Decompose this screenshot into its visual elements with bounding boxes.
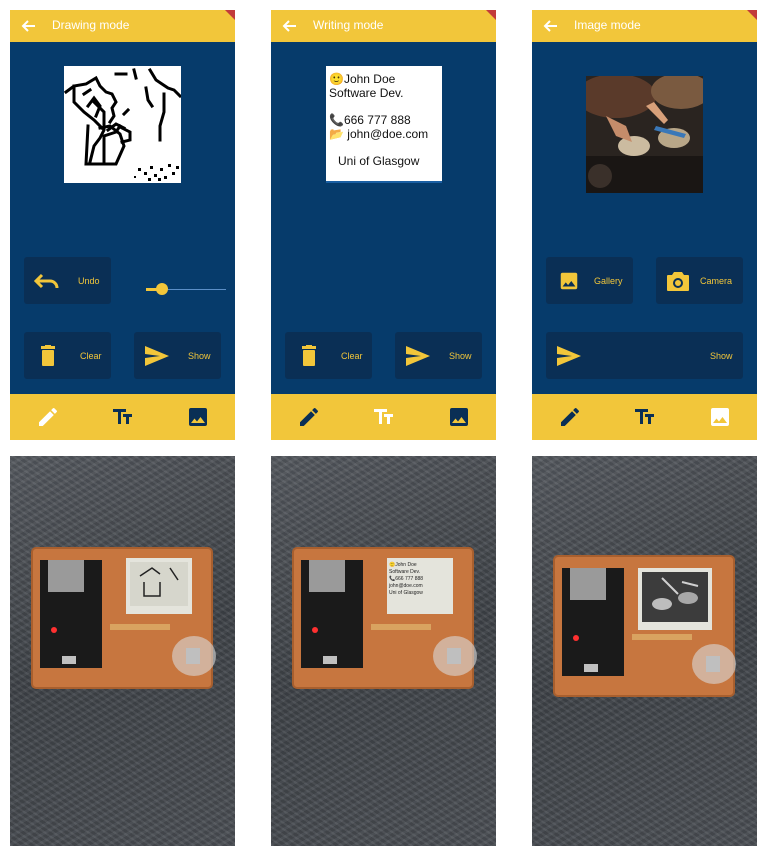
send-icon: [557, 345, 581, 366]
app-bar: Image mode: [532, 10, 757, 42]
clear-label: Clear: [341, 350, 363, 361]
show-button[interactable]: Show: [134, 332, 221, 379]
camera-button[interactable]: Camera: [656, 257, 743, 304]
bottom-nav: [532, 394, 757, 440]
app-bar: Writing mode: [271, 10, 496, 42]
bottom-nav: [10, 394, 235, 440]
debug-banner: [225, 10, 235, 20]
gallery-label: Gallery: [594, 275, 623, 286]
clear-button[interactable]: Clear: [285, 332, 372, 379]
drawing-mode-screen: Drawing mode Undo Clear Show: [10, 10, 235, 440]
display-line: Uni of Glasgow: [389, 590, 423, 596]
pcb-board: [553, 555, 736, 697]
device-photo-image: [532, 456, 757, 846]
camera-label: Camera: [700, 275, 733, 286]
card-line-name: 🙂John Doe: [329, 72, 396, 86]
slider-thumb[interactable]: [156, 283, 168, 295]
undo-label: Undo: [78, 275, 100, 286]
pencil-icon: [39, 407, 58, 426]
screen-title: Image mode: [574, 18, 641, 32]
trash-icon: [302, 344, 316, 366]
selected-image-preview: [586, 76, 703, 193]
card-line-org: Uni of Glasgow: [338, 154, 420, 168]
show-label: Show: [449, 350, 472, 361]
pcb-board: [292, 547, 477, 689]
text-format-icon: [113, 409, 132, 424]
undo-icon: [34, 273, 59, 288]
arrow-left-icon[interactable]: [281, 19, 297, 33]
card-line-role: Software Dev.: [329, 86, 404, 100]
undo-button[interactable]: Undo: [24, 257, 111, 304]
app-bar: Drawing mode: [10, 10, 235, 42]
bottom-nav: [271, 394, 496, 440]
arrow-left-icon[interactable]: [542, 19, 558, 33]
text-input-card[interactable]: 🙂John Doe Software Dev. 📞666 777 888 📂 j…: [326, 66, 442, 183]
drawing-canvas[interactable]: [63, 66, 183, 183]
image-icon: [560, 272, 578, 289]
send-icon: [145, 345, 169, 366]
image-icon: [711, 408, 729, 426]
text-format-icon: [374, 409, 393, 424]
nav-image[interactable]: [160, 394, 235, 440]
display-line: 📞666 777 888: [389, 576, 424, 582]
clear-label: Clear: [80, 350, 102, 361]
show-label: Show: [188, 350, 211, 361]
show-label: Show: [710, 350, 733, 361]
screen-title: Drawing mode: [52, 18, 130, 32]
pencil-icon: [300, 407, 319, 426]
device-photo-drawing: [10, 456, 235, 846]
camera-icon: [667, 271, 689, 291]
nav-image[interactable]: [421, 394, 496, 440]
device-photo-writing: 🙂John Doe Software Dev. 📞666 777 888 joh…: [271, 456, 496, 846]
nav-draw[interactable]: [10, 394, 85, 440]
card-line-email: 📂 john@doe.com: [329, 127, 429, 141]
writing-mode-screen: Writing mode 🙂John Doe Software Dev. 📞66…: [271, 10, 496, 440]
debug-banner: [486, 10, 496, 20]
e-paper-display: 🙂John Doe Software Dev. 📞666 777 888 joh…: [389, 562, 451, 612]
nav-text[interactable]: [85, 394, 160, 440]
trash-icon: [41, 344, 55, 366]
send-icon: [406, 345, 430, 366]
card-line-phone: 📞666 777 888: [329, 113, 411, 127]
image-icon: [450, 408, 468, 426]
nav-text[interactable]: [346, 394, 421, 440]
photo-grilling: [586, 76, 703, 193]
arrow-left-icon[interactable]: [20, 19, 36, 33]
debug-banner: [747, 10, 757, 20]
text-format-icon: [635, 409, 654, 424]
show-button[interactable]: Show: [395, 332, 482, 379]
nav-draw[interactable]: [532, 394, 607, 440]
nav-draw[interactable]: [271, 394, 346, 440]
pcb-board: [31, 547, 216, 689]
show-button[interactable]: Show: [546, 332, 743, 379]
image-mode-screen: Image mode Gallery Camera Show: [532, 10, 757, 440]
display-line: 🙂John Doe: [389, 562, 417, 568]
nav-image[interactable]: [682, 394, 757, 440]
screen-title: Writing mode: [313, 18, 384, 32]
display-line: john@doe.com: [389, 583, 423, 589]
pencil-icon: [561, 407, 580, 426]
drawing-strokes: [63, 67, 183, 181]
clear-button[interactable]: Clear: [24, 332, 111, 379]
display-line: Software Dev.: [389, 569, 421, 575]
gallery-button[interactable]: Gallery: [546, 257, 633, 304]
image-icon: [189, 408, 207, 426]
nav-text[interactable]: [607, 394, 682, 440]
